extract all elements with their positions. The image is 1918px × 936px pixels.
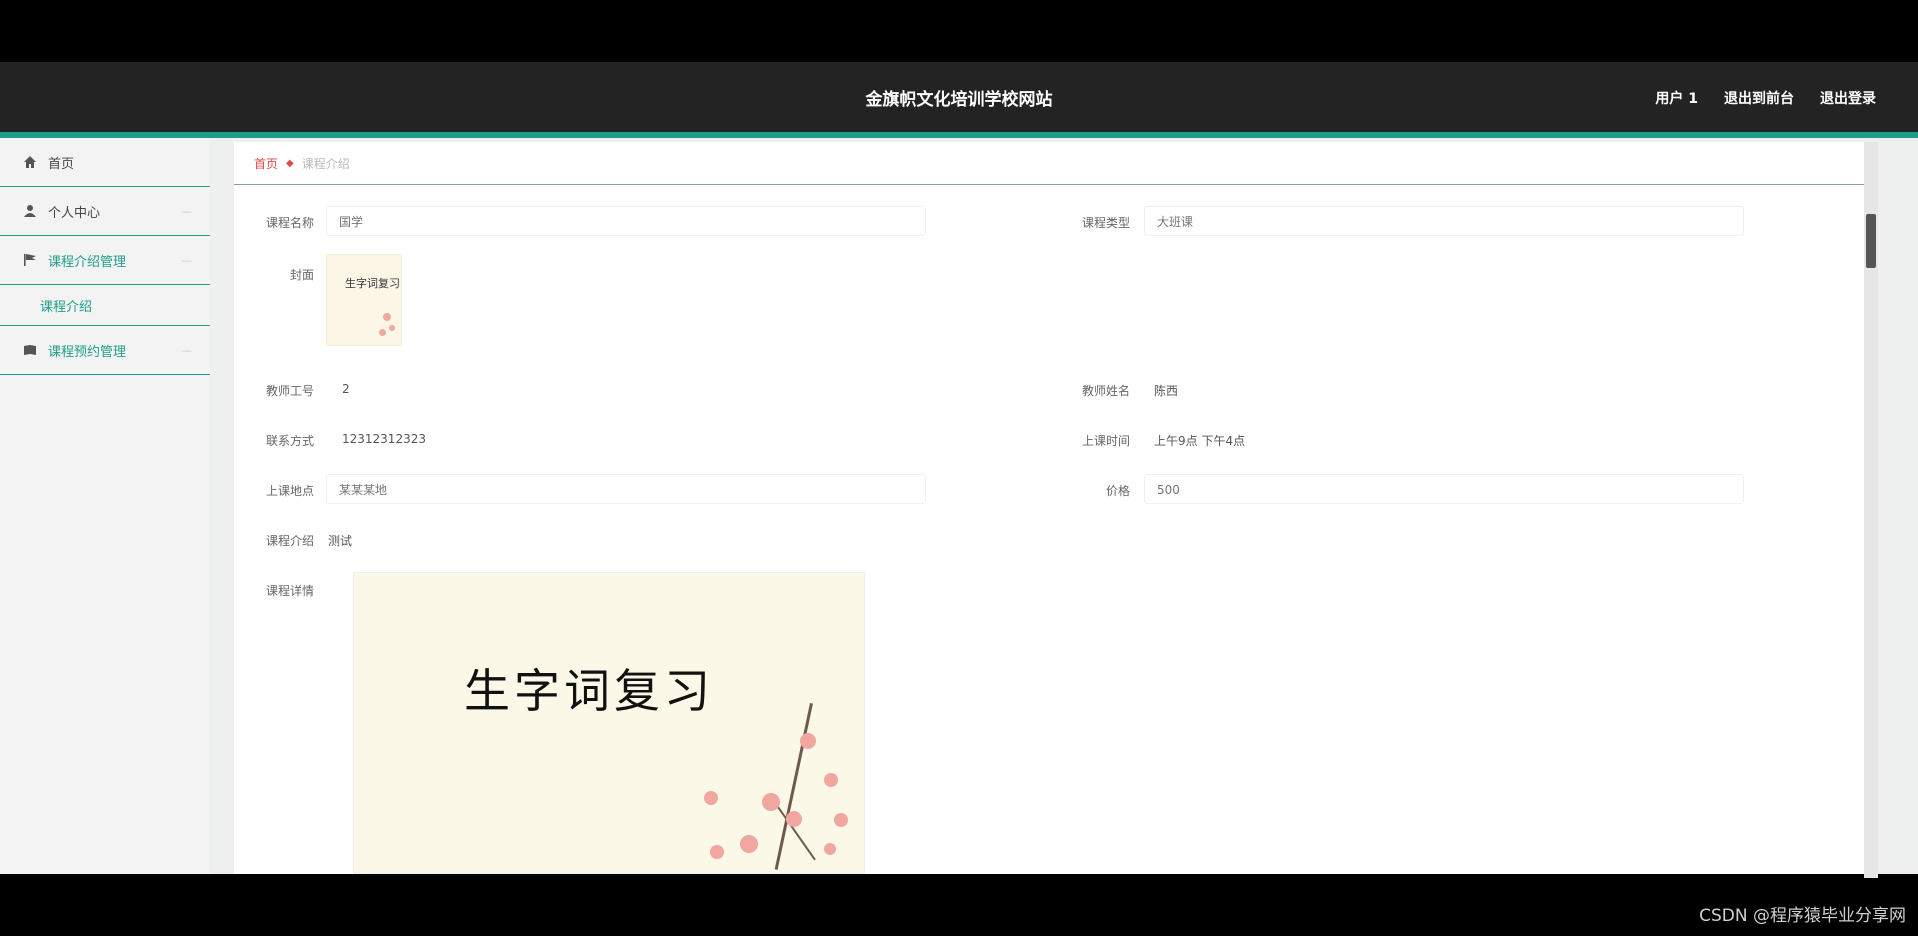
sidebar-item-label: 首页 [48,156,75,172]
back-to-frontend-link[interactable]: 退出到前台 [1724,88,1794,108]
contact-label: 联系方式 [265,434,314,448]
chevron-icon: — [181,253,192,267]
book-icon [22,342,38,358]
class-time-value: 上午9点 下午4点 [1154,434,1246,448]
blossom-decoration [834,813,848,827]
intro-value: 测试 [328,534,353,548]
chevron-icon: — [181,204,192,218]
price-label: 价格 [1105,484,1130,498]
blossom-decoration [786,811,802,827]
cover-image: 生字词复习 [326,254,402,346]
blossom-decoration [740,835,758,853]
sidebar-item-label: 课程介绍管理 [48,254,127,270]
branch-decoration [774,703,813,870]
site-title: 金旗帜文化培训学校网站 [865,90,1053,110]
intro-label: 课程介绍 [265,534,314,548]
location-label: 上课地点 [265,484,314,498]
contact-value: 12312312323 [342,432,426,446]
blossom-decoration [762,793,780,811]
top-actions: 用户 1 退出到前台 退出登录 [1655,88,1876,108]
user-menu-link[interactable]: 用户 1 [1655,88,1698,108]
top-navbar: 金旗帜文化培训学校网站 用户 1 退出到前台 退出登录 [0,62,1918,138]
sidebar-subitem-course-intro[interactable]: 课程介绍 [0,285,210,326]
cover-label: 封面 [289,268,314,282]
flag-icon [22,252,38,268]
breadcrumb-current: 课程介绍 [301,156,350,171]
price-field[interactable]: 500 [1144,474,1744,504]
home-icon [22,154,38,170]
teacher-no-value: 2 [342,382,350,396]
user-icon [22,203,38,219]
main-content: 首页 ◆ 课程介绍 课程名称 国学 课程类型 大班课 封面 生字词复习 教师工号… [234,142,1878,878]
blossom-decoration [389,325,395,331]
sidebar: 首页 个人中心 — 课程介绍管理 — 课程介绍 课程预约管理 — [0,138,210,874]
detail-image-text: 生字词复习 [464,664,714,718]
sidebar-item-course-intro-manage[interactable]: 课程介绍管理 — [0,236,210,285]
teacher-name-value: 陈西 [1154,384,1179,398]
scrollbar[interactable] [1864,142,1878,878]
watermark: CSDN @程序猿毕业分享网 [1699,906,1906,926]
detail-label: 课程详情 [265,584,314,598]
sidebar-item-label: 个人中心 [48,205,101,221]
teacher-name-label: 教师姓名 [1081,384,1130,398]
course-name-field[interactable]: 国学 [326,206,926,236]
teacher-no-label: 教师工号 [265,384,314,398]
page-body: 首页 个人中心 — 课程介绍管理 — 课程介绍 课程预约管理 — 首页 ◆ 课程… [0,138,1918,878]
blossom-decoration [800,733,816,749]
blossom-decoration [824,773,838,787]
breadcrumb: 首页 ◆ 课程介绍 [234,142,1878,185]
class-time-label: 上课时间 [1081,434,1130,448]
breadcrumb-home[interactable]: 首页 [254,155,278,172]
blossom-decoration [383,313,391,321]
cover-image-text: 生字词复习 [345,277,400,290]
breadcrumb-separator-icon: ◆ [286,157,294,169]
scrollbar-thumb[interactable] [1866,214,1876,268]
blossom-decoration [824,843,836,855]
course-name-label: 课程名称 [265,216,314,230]
sidebar-item-personal-center[interactable]: 个人中心 — [0,187,210,236]
blossom-decoration [710,845,724,859]
blossom-decoration [379,329,386,336]
location-field[interactable]: 某某某地 [326,474,926,504]
blossom-decoration [704,791,718,805]
logout-link[interactable]: 退出登录 [1820,88,1876,108]
chevron-icon: — [181,343,192,357]
sidebar-item-label: 课程预约管理 [48,344,127,360]
sidebar-item-home[interactable]: 首页 [0,138,210,187]
course-detail-image: 生字词复习 [353,572,865,874]
category-label: 课程类型 [1081,216,1130,230]
sidebar-item-course-booking-manage[interactable]: 课程预约管理 — [0,326,210,375]
category-field[interactable]: 大班课 [1144,206,1744,236]
